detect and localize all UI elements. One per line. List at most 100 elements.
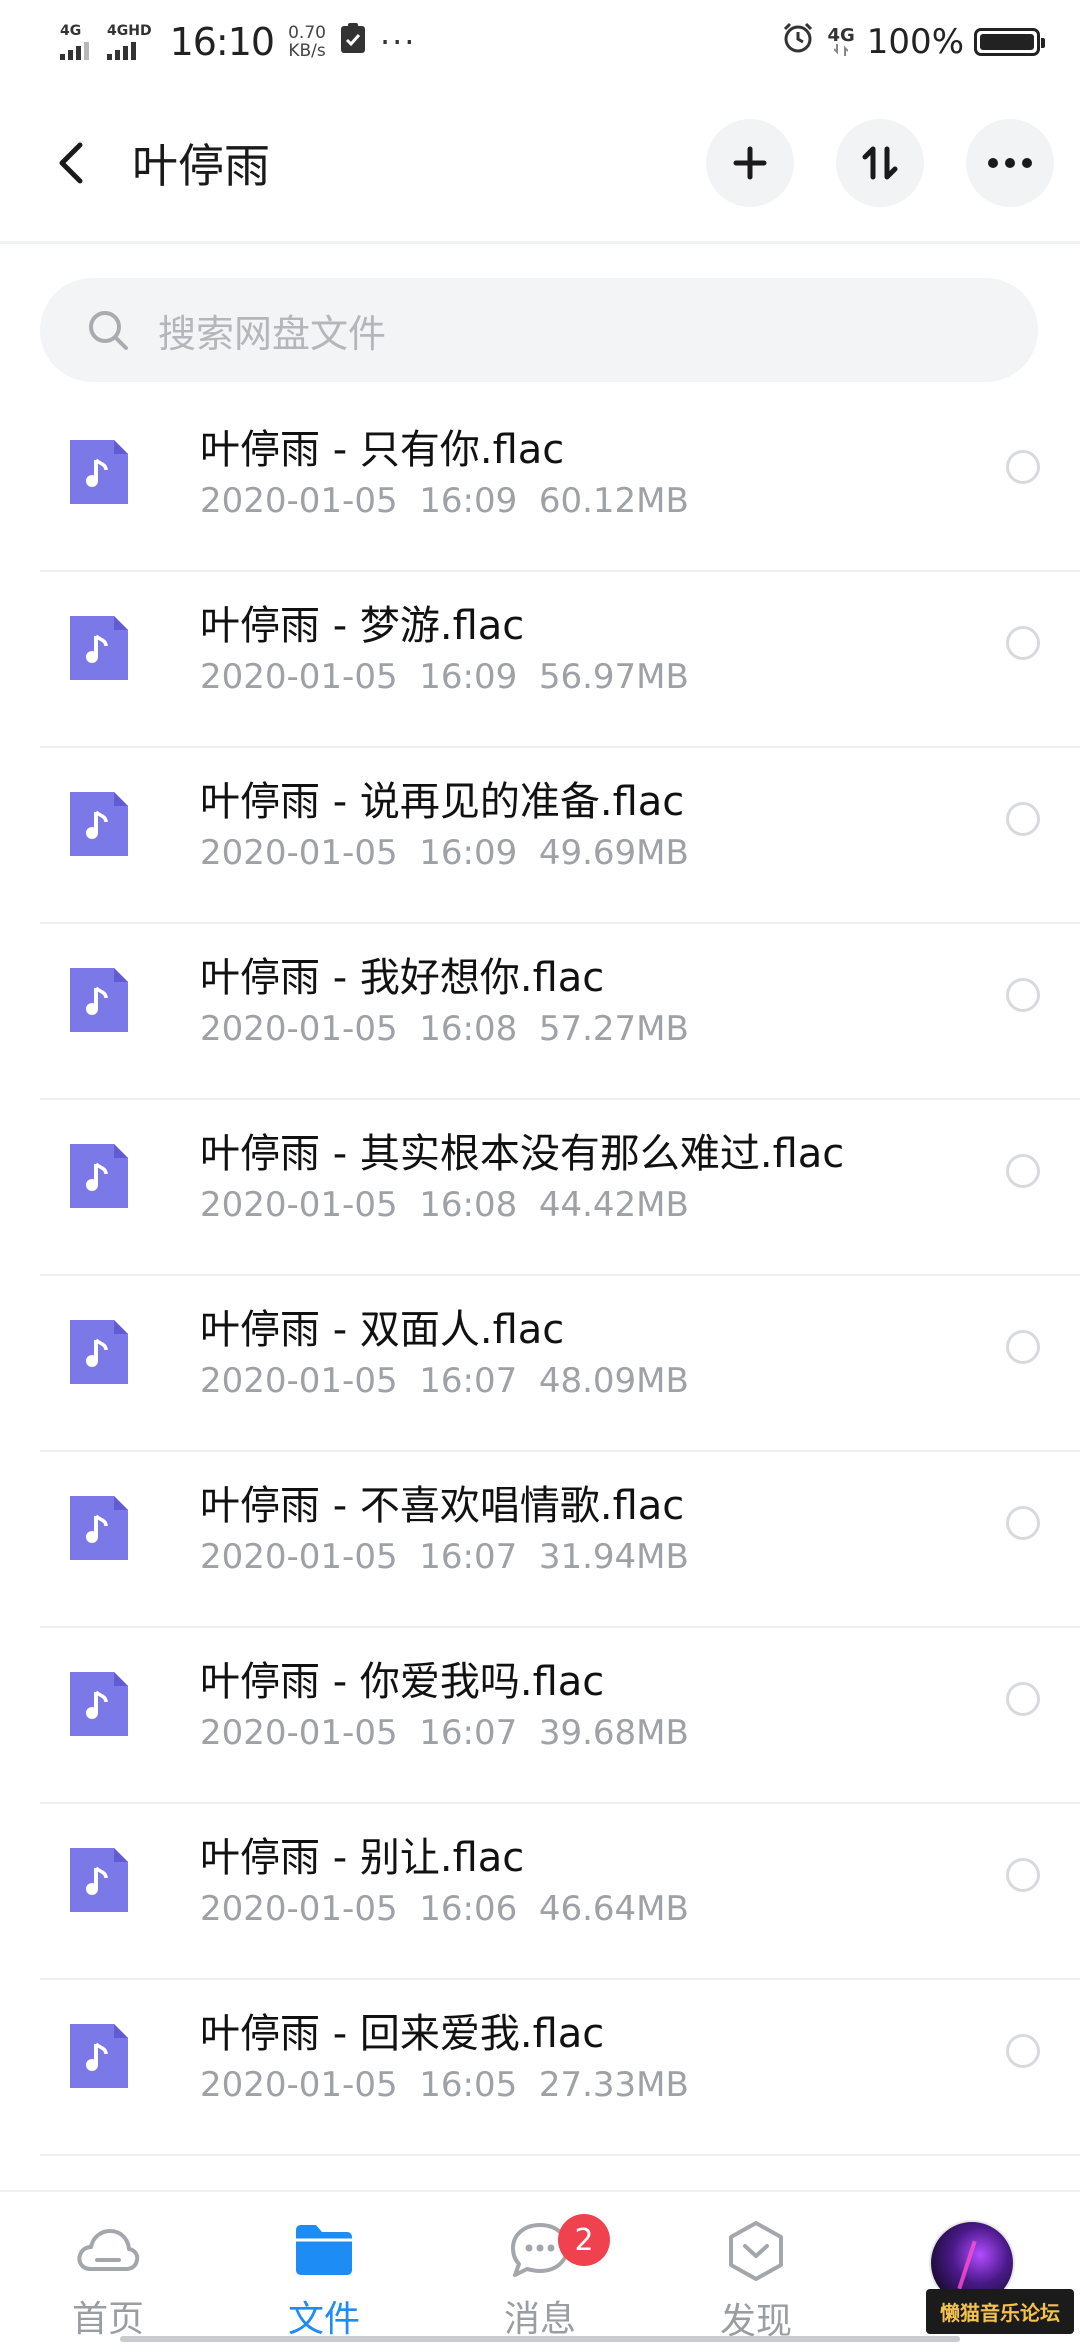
file-name: 叶停雨 - 别让.flac xyxy=(200,1835,525,1881)
file-date: 2020-01-05 xyxy=(200,833,398,873)
file-time: 16:09 xyxy=(419,481,518,521)
nav-files[interactable]: 文件 xyxy=(216,2192,432,2342)
music-file-icon xyxy=(70,1672,128,1736)
select-checkbox[interactable] xyxy=(1006,626,1040,660)
select-checkbox[interactable] xyxy=(1006,1682,1040,1716)
music-file-icon xyxy=(70,616,128,680)
file-name: 叶停雨 - 你爱我吗.flac xyxy=(200,1659,605,1705)
file-row[interactable]: 叶停雨 - 不喜欢唱情歌.flac 2020-01-05 16:07 31.94… xyxy=(0,1452,1080,1628)
file-size: 27.33MB xyxy=(538,2065,689,2105)
file-list: 叶停雨 - 只有你.flac 2020-01-05 16:09 60.12MB … xyxy=(0,396,1080,2156)
file-meta: 2020-01-05 16:08 57.27MB xyxy=(200,1006,689,1052)
network-speed: 0.70 KB/s xyxy=(288,24,326,60)
select-checkbox[interactable] xyxy=(1006,978,1040,1012)
file-name: 叶停雨 - 梦游.flac xyxy=(200,603,525,649)
file-time: 16:08 xyxy=(419,1009,518,1049)
nav-discover[interactable]: 发现 xyxy=(648,2192,864,2342)
battery-icon xyxy=(974,28,1045,56)
search-icon xyxy=(89,311,128,350)
file-time: 16:08 xyxy=(419,1185,518,1225)
file-row[interactable]: 叶停雨 - 只有你.flac 2020-01-05 16:09 60.12MB xyxy=(0,396,1080,572)
nav-files-label: 文件 xyxy=(287,2299,360,2340)
nav-messages-label: 消息 xyxy=(503,2299,576,2340)
select-checkbox[interactable] xyxy=(1006,1154,1040,1188)
top-app-bar: 叶停雨 xyxy=(0,84,1080,244)
signal-2-icon: 4GHD xyxy=(107,24,152,60)
status-bar: 4G 4GHD 16:10 0.70 KB/s ··· 4G 100% xyxy=(0,0,1080,84)
nav-messages[interactable]: 消息 2 xyxy=(432,2192,648,2342)
file-date: 2020-01-05 xyxy=(200,1713,398,1753)
home-indicator[interactable] xyxy=(120,2336,960,2342)
file-time: 16:09 xyxy=(419,833,518,873)
file-meta: 2020-01-05 16:06 46.64MB xyxy=(200,1886,689,1932)
file-row[interactable]: 叶停雨 - 其实根本没有那么难过.flac 2020-01-05 16:08 4… xyxy=(0,1100,1080,1276)
select-checkbox[interactable] xyxy=(1006,1506,1040,1540)
page-title: 叶停雨 xyxy=(132,138,270,193)
nav-home-label: 首页 xyxy=(71,2299,144,2340)
file-name: 叶停雨 - 双面人.flac xyxy=(200,1307,565,1353)
file-name: 叶停雨 - 说再见的准备.flac xyxy=(200,779,685,825)
battery-percent: 100% xyxy=(866,22,964,62)
signal-1-label: 4G xyxy=(60,23,82,39)
file-date: 2020-01-05 xyxy=(200,657,398,697)
signal-2-label: 4GHD xyxy=(107,23,152,39)
music-file-icon xyxy=(70,2024,128,2088)
file-size: 44.42MB xyxy=(538,1185,689,1225)
file-row[interactable]: 叶停雨 - 回来爱我.flac 2020-01-05 16:05 27.33MB xyxy=(0,1980,1080,2156)
select-checkbox[interactable] xyxy=(1006,1330,1040,1364)
file-name: 叶停雨 - 只有你.flac xyxy=(200,427,565,473)
folder-icon xyxy=(290,2220,358,2280)
file-date: 2020-01-05 xyxy=(200,1537,398,1577)
file-row[interactable]: 叶停雨 - 我好想你.flac 2020-01-05 16:08 57.27MB xyxy=(0,924,1080,1100)
file-size: 60.12MB xyxy=(538,481,689,521)
file-row[interactable]: 叶停雨 - 别让.flac 2020-01-05 16:06 46.64MB xyxy=(0,1804,1080,1980)
file-row[interactable]: 叶停雨 - 双面人.flac 2020-01-05 16:07 48.09MB xyxy=(0,1276,1080,1452)
status-time: 16:10 xyxy=(169,20,276,64)
file-time: 16:07 xyxy=(419,1713,518,1753)
select-checkbox[interactable] xyxy=(1006,2034,1040,2068)
file-row[interactable]: 叶停雨 - 说再见的准备.flac 2020-01-05 16:09 49.69… xyxy=(0,748,1080,924)
mobile-data-label: 4G xyxy=(827,25,855,46)
file-meta: 2020-01-05 16:07 39.68MB xyxy=(200,1710,689,1756)
file-meta: 2020-01-05 16:09 60.12MB xyxy=(200,478,689,524)
discover-icon xyxy=(722,2220,790,2282)
nav-home[interactable]: 首页 xyxy=(0,2192,216,2342)
file-time: 16:05 xyxy=(419,2065,518,2105)
select-checkbox[interactable] xyxy=(1006,450,1040,484)
sort-button[interactable] xyxy=(836,118,924,207)
file-date: 2020-01-05 xyxy=(200,2065,398,2105)
add-button[interactable] xyxy=(706,118,794,207)
file-meta: 2020-01-05 16:07 48.09MB xyxy=(200,1358,689,1404)
file-meta: 2020-01-05 16:08 44.42MB xyxy=(200,1182,844,1228)
music-file-icon xyxy=(70,1848,128,1912)
music-file-icon xyxy=(70,1144,128,1208)
file-time: 16:06 xyxy=(419,1889,518,1929)
music-file-icon xyxy=(70,1496,128,1560)
file-date: 2020-01-05 xyxy=(200,1185,398,1225)
file-row[interactable]: 叶停雨 - 梦游.flac 2020-01-05 16:09 56.97MB xyxy=(0,572,1080,748)
file-date: 2020-01-05 xyxy=(200,1009,398,1049)
signal-1-icon: 4G xyxy=(60,24,89,60)
select-checkbox[interactable] xyxy=(1006,802,1040,836)
file-name: 叶停雨 - 不喜欢唱情歌.flac xyxy=(200,1483,685,1529)
back-arrow-icon[interactable] xyxy=(48,141,92,185)
file-size: 49.69MB xyxy=(538,833,689,873)
select-checkbox[interactable] xyxy=(1006,1858,1040,1892)
forum-watermark: 懒猫音乐论坛 xyxy=(926,2289,1074,2334)
network-speed-value: 0.70 xyxy=(288,23,326,43)
more-options-button[interactable] xyxy=(966,118,1054,207)
file-size: 31.94MB xyxy=(538,1537,689,1577)
mobile-data-icon: 4G xyxy=(827,25,855,56)
music-file-icon xyxy=(70,440,128,504)
file-meta: 2020-01-05 16:07 31.94MB xyxy=(200,1534,689,1580)
file-name: 叶停雨 - 我好想你.flac xyxy=(200,955,605,1001)
file-date: 2020-01-05 xyxy=(200,481,398,521)
search-input[interactable]: 搜索网盘文件 xyxy=(158,303,386,358)
file-time: 16:07 xyxy=(419,1361,518,1401)
search-bar[interactable]: 搜索网盘文件 xyxy=(40,278,1038,382)
file-row[interactable]: 叶停雨 - 你爱我吗.flac 2020-01-05 16:07 39.68MB xyxy=(0,1628,1080,1804)
file-date: 2020-01-05 xyxy=(200,1889,398,1929)
music-file-icon xyxy=(70,1320,128,1384)
alarm-icon xyxy=(781,21,815,64)
file-size: 56.97MB xyxy=(538,657,689,697)
